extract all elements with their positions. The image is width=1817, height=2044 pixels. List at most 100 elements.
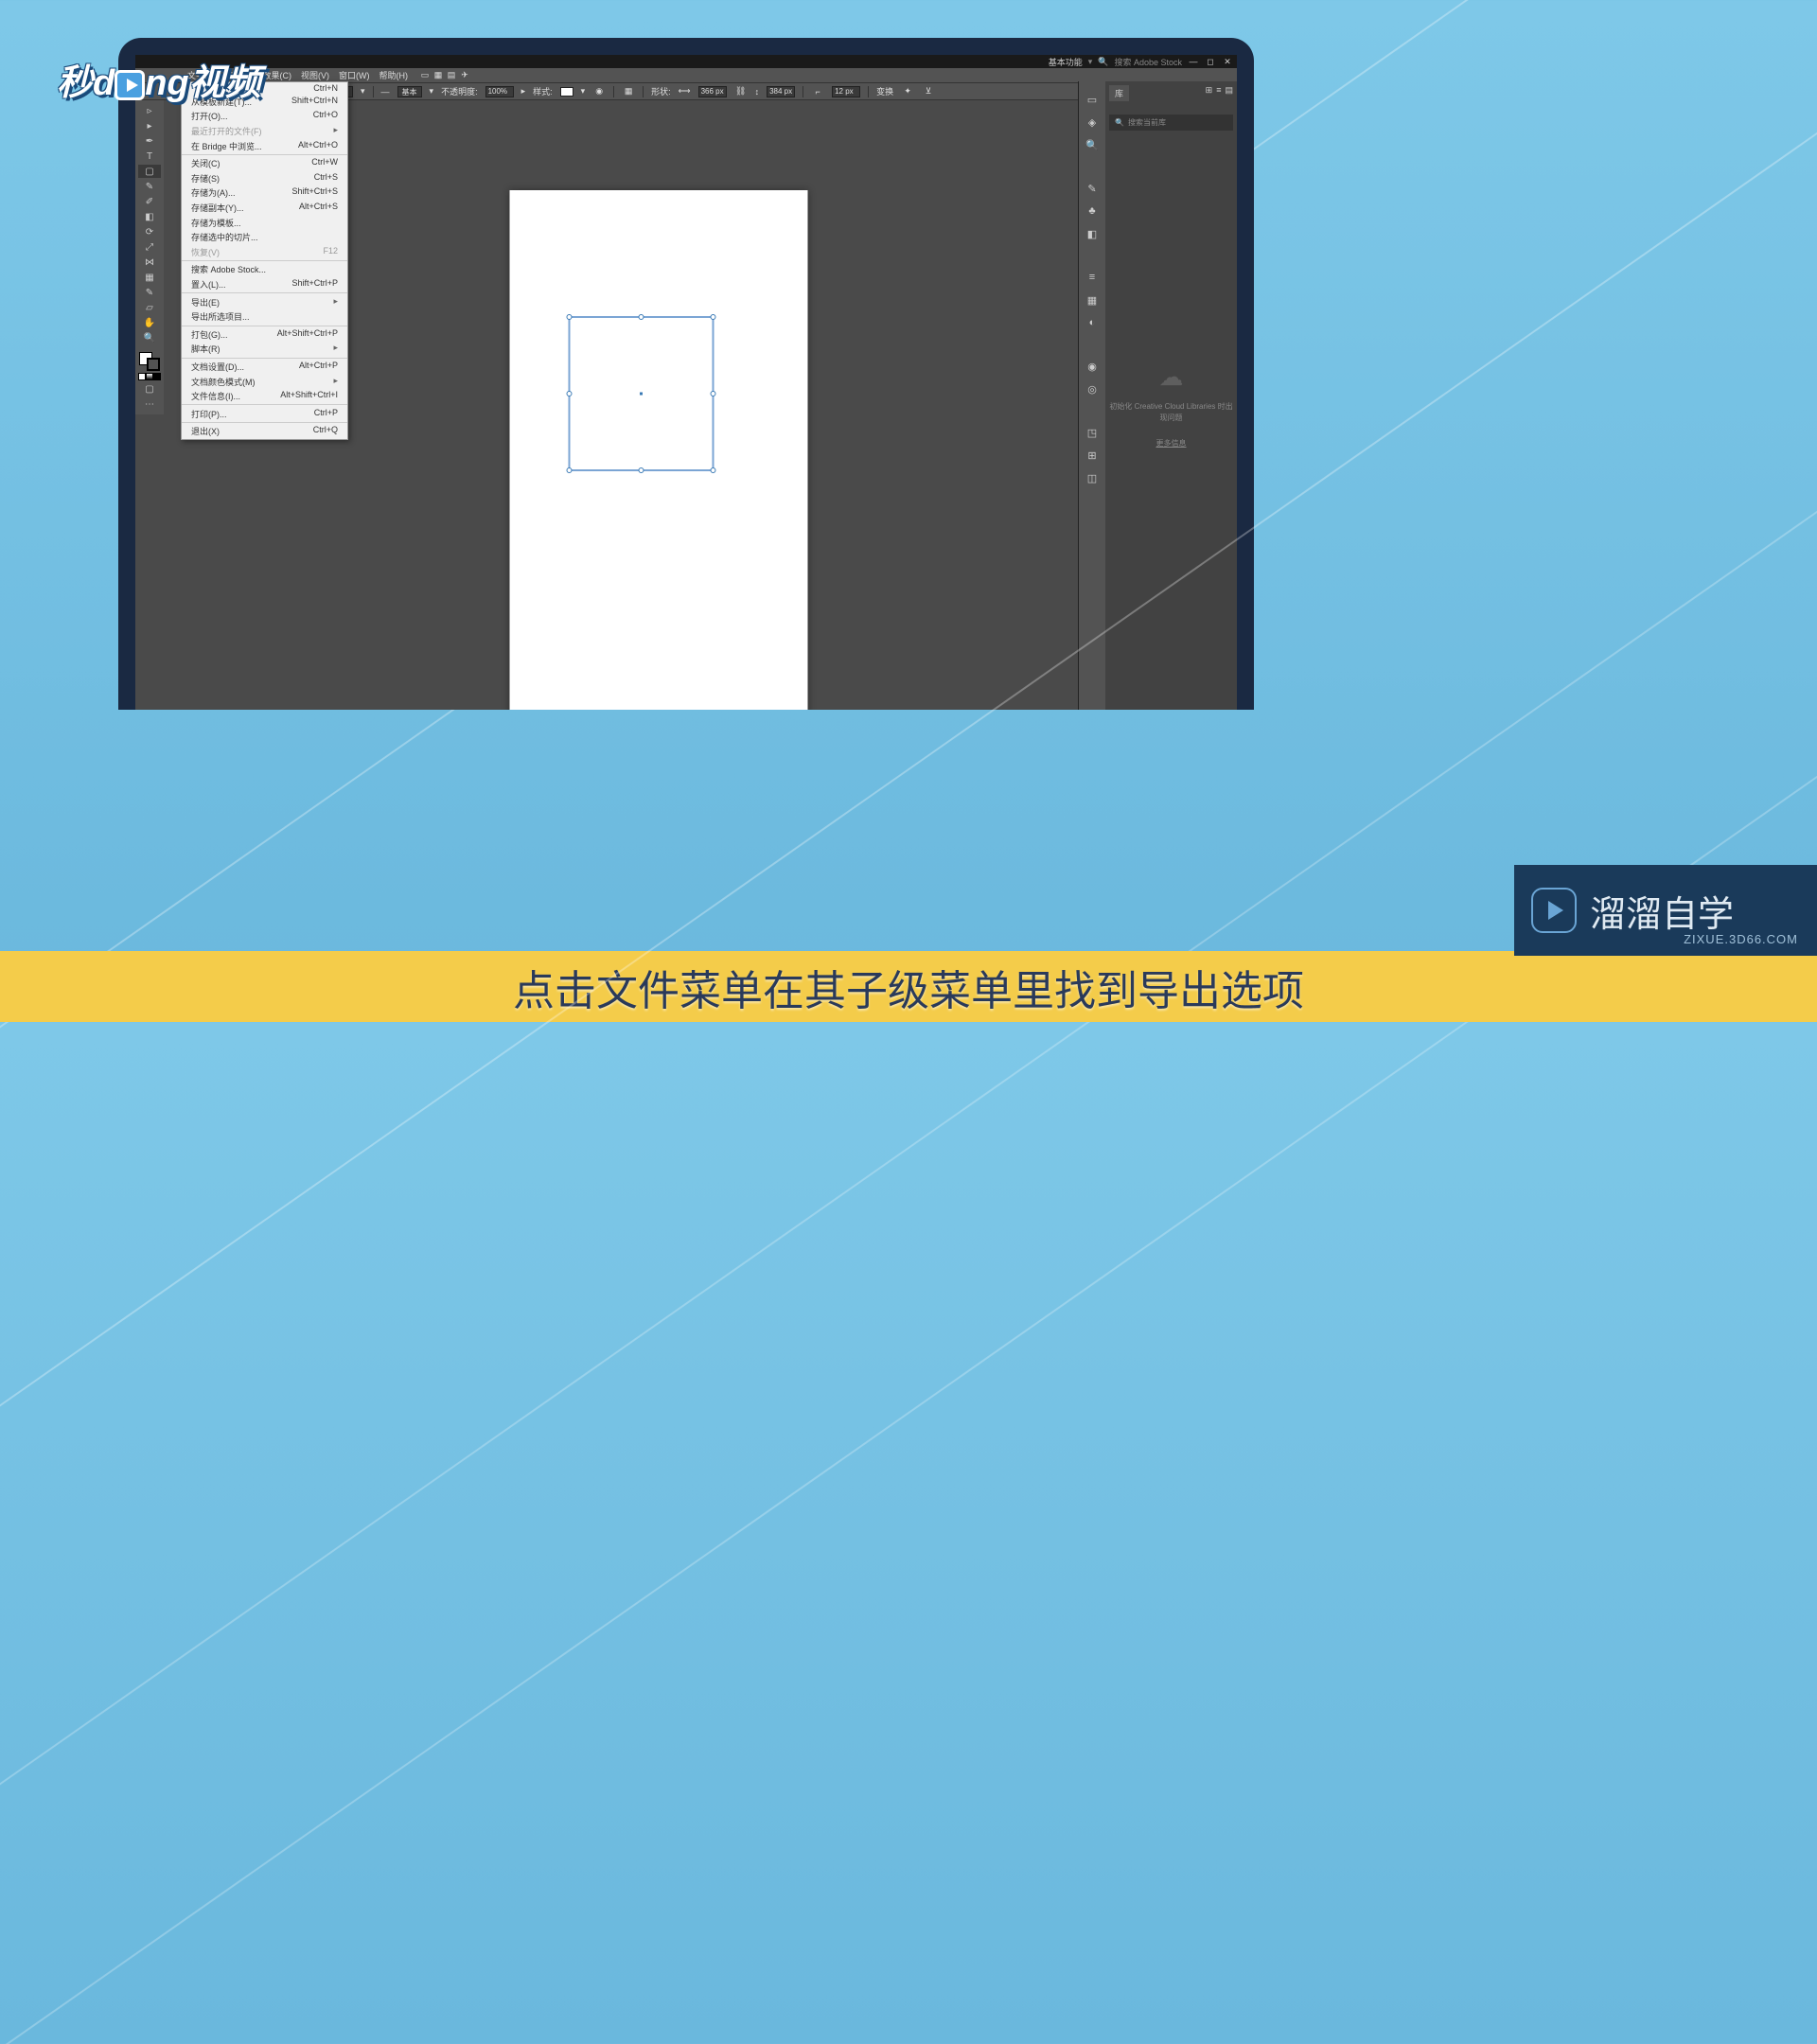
opacity-input[interactable]	[485, 86, 514, 97]
resize-handle[interactable]	[710, 314, 715, 320]
menu-item[interactable]: 打开(O)...Ctrl+O	[182, 109, 347, 124]
menu-item[interactable]: 存储副本(Y)...Alt+Ctrl+S	[182, 201, 347, 216]
artboard-tool[interactable]: ▱	[138, 301, 161, 314]
resize-handle[interactable]	[638, 467, 644, 473]
send-icon[interactable]: ✈	[458, 69, 471, 82]
swatches-icon[interactable]: ◧	[1084, 225, 1101, 242]
menu-item[interactable]: 文档设置(D)...Alt+Ctrl+P	[182, 360, 347, 375]
close-button[interactable]: ✕	[1222, 57, 1233, 66]
menu-item[interactable]: 存储为(A)...Shift+Ctrl+S	[182, 185, 347, 201]
menu-help[interactable]: 帮助(H)	[375, 69, 414, 81]
resize-handle[interactable]	[566, 467, 572, 473]
layout-icon[interactable]: ▦	[432, 69, 445, 82]
screen-mode[interactable]: ▢	[138, 382, 161, 396]
eraser-tool[interactable]: ◧	[138, 210, 161, 223]
edit-toolbar[interactable]: ⋯	[138, 397, 161, 411]
menu-item[interactable]: 存储选中的切片...	[182, 230, 347, 245]
scale-tool[interactable]: ⤢	[138, 240, 161, 254]
align-icon[interactable]: ▦	[622, 85, 635, 98]
graphic-styles-icon[interactable]: ◎	[1084, 380, 1101, 397]
lib-menu-icon[interactable]: ▤	[1225, 85, 1233, 96]
symbols-icon[interactable]: ♣	[1084, 203, 1101, 220]
resize-handle[interactable]	[710, 391, 715, 396]
menu-item[interactable]: 置入(L)...Shift+Ctrl+P	[182, 277, 347, 292]
menu-item[interactable]: 存储(S)Ctrl+S	[182, 171, 347, 186]
color-mode-row[interactable]	[138, 373, 161, 380]
rotate-tool[interactable]: ⟳	[138, 225, 161, 238]
menubar: 文字(T) 选择(S) 效果(C) 视图(V) 窗口(W) 帮助(H) ▭ ▦ …	[135, 68, 1237, 82]
opacity-label: 不透明度:	[441, 85, 478, 97]
layers-icon[interactable]: ◈	[1084, 114, 1101, 131]
gradient-icon[interactable]: ◐	[1084, 314, 1101, 331]
pen-tool[interactable]: ✒	[138, 134, 161, 148]
shaper-tool[interactable]: ✐	[138, 195, 161, 208]
brush-tool[interactable]: ✎	[138, 180, 161, 193]
type-tool[interactable]: T	[138, 150, 161, 163]
resize-handle[interactable]	[566, 391, 572, 396]
direct-select-tool[interactable]: ▸	[138, 119, 161, 132]
resize-handle[interactable]	[710, 467, 715, 473]
menu-item[interactable]: 搜索 Adobe Stock...	[182, 262, 347, 277]
link-wh-icon[interactable]: ⛓	[734, 85, 748, 98]
menu-item[interactable]: 脚本(R)▸	[182, 342, 347, 357]
more-info-link[interactable]: 更多信息	[1109, 438, 1233, 450]
menu-item[interactable]: 打包(G)...Alt+Shift+Ctrl+P	[182, 327, 347, 343]
corner-icon[interactable]: ⌐	[811, 85, 824, 98]
menu-item[interactable]: 在 Bridge 中浏览...Alt+Ctrl+O	[182, 138, 347, 153]
lib-list-icon[interactable]: ≡	[1216, 85, 1221, 96]
library-search[interactable]: 🔍 搜索当前库	[1109, 115, 1233, 131]
stock-search[interactable]: 搜索 Adobe Stock	[1114, 56, 1182, 68]
brushes-icon[interactable]: ✎	[1084, 180, 1101, 197]
workspace-switcher[interactable]: 基本功能	[1049, 56, 1083, 68]
menu-item[interactable]: 打印(P)...Ctrl+P	[182, 406, 347, 421]
menu-window[interactable]: 窗口(W)	[334, 69, 375, 81]
selection-tool[interactable]: ▹	[138, 104, 161, 117]
globe-icon[interactable]: ◉	[592, 85, 606, 98]
transform-panel-icon[interactable]: ◳	[1084, 424, 1101, 441]
menu-item[interactable]: 关闭(C)Ctrl+W	[182, 156, 347, 171]
fill-stroke[interactable]	[139, 352, 160, 371]
transform-label[interactable]: 变换	[876, 85, 893, 97]
color-icon[interactable]: ▦	[1084, 291, 1101, 308]
artboard[interactable]	[509, 190, 807, 710]
panel-strip: ▭ ◈ 🔍 ✎ ♣ ◧ ≡ ▦ ◐ ◉ ◎ ◳ ⊞ ◫	[1079, 81, 1105, 710]
pathfinder-icon[interactable]: ◫	[1084, 469, 1101, 486]
transform-icon[interactable]: ✦	[901, 85, 914, 98]
shape-label: 形状:	[651, 85, 671, 97]
menu-item[interactable]: 文件信息(I)...Alt+Shift+Ctrl+I	[182, 389, 347, 404]
maximize-button[interactable]: ◻	[1205, 57, 1216, 66]
arrange-icon[interactable]: ▤	[445, 69, 458, 82]
style-swatch[interactable]	[560, 87, 573, 97]
width-input[interactable]	[698, 86, 727, 97]
zoom-tool[interactable]: 🔍	[138, 331, 161, 344]
cloud-icon[interactable]: ▭	[418, 69, 432, 82]
library-tab[interactable]: 库	[1109, 85, 1129, 101]
eyedropper-tool[interactable]: ✎	[138, 286, 161, 299]
isolate-icon[interactable]: ⊻	[922, 85, 935, 98]
menu-item[interactable]: 文档颜色模式(M)▸	[182, 374, 347, 389]
menu-item[interactable]: 退出(X)Ctrl+Q	[182, 424, 347, 439]
menu-effect[interactable]: 效果(C)	[258, 69, 297, 81]
height-input[interactable]	[767, 86, 795, 97]
menu-item[interactable]: 导出所选项目...	[182, 309, 347, 325]
menu-item[interactable]: 存储为模板...	[182, 215, 347, 230]
hand-tool[interactable]: ✋	[138, 316, 161, 329]
search-icon[interactable]: 🔍	[1098, 57, 1108, 67]
rectangle-tool[interactable]: ▢	[138, 165, 161, 178]
brush-style[interactable]: 基本	[397, 86, 422, 97]
stroke-icon[interactable]: ≡	[1084, 269, 1101, 286]
corner-input[interactable]	[832, 86, 860, 97]
resize-handle[interactable]	[638, 314, 644, 320]
align-panel-icon[interactable]: ⊞	[1084, 447, 1101, 464]
minimize-button[interactable]: —	[1188, 57, 1199, 66]
menu-item[interactable]: 导出(E)▸	[182, 294, 347, 309]
selected-rectangle[interactable]	[568, 316, 714, 471]
width-tool[interactable]: ⋈	[138, 256, 161, 269]
libraries-icon[interactable]: 🔍	[1084, 136, 1101, 153]
properties-icon[interactable]: ▭	[1084, 91, 1101, 108]
gradient-tool[interactable]: ▦	[138, 271, 161, 284]
appearance-icon[interactable]: ◉	[1084, 358, 1101, 375]
menu-view[interactable]: 视图(V)	[296, 69, 334, 81]
resize-handle[interactable]	[566, 314, 572, 320]
lib-grid-icon[interactable]: ⊞	[1206, 85, 1213, 96]
